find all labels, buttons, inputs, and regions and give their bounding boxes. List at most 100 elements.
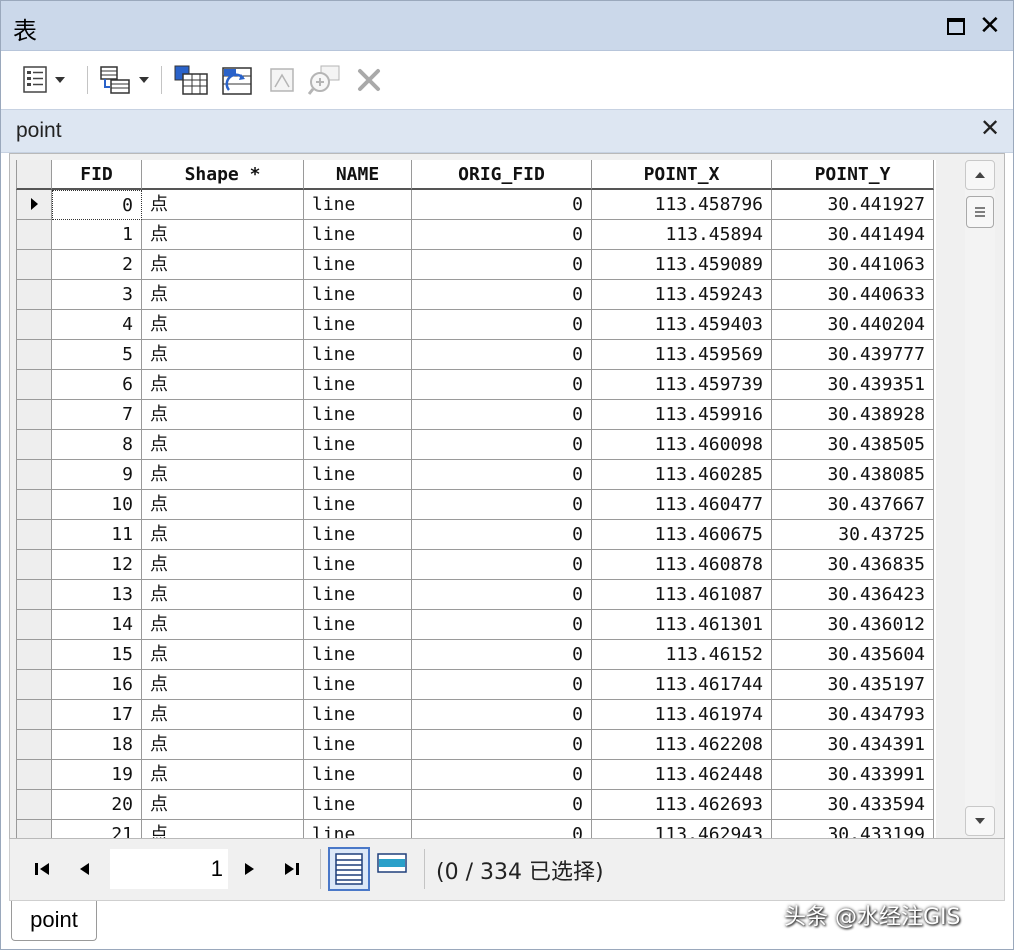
cell-name[interactable]: line [304, 820, 412, 838]
cell-orig-fid[interactable]: 0 [412, 700, 592, 730]
cell-point-x[interactable]: 113.461087 [592, 580, 772, 610]
cell-fid[interactable]: 10 [52, 490, 142, 520]
cell-name[interactable]: line [304, 220, 412, 250]
cell-orig-fid[interactable]: 0 [412, 610, 592, 640]
cell-point-x[interactable]: 113.460878 [592, 550, 772, 580]
row-selector[interactable] [16, 820, 52, 838]
cell-point-y[interactable]: 30.439777 [772, 340, 934, 370]
cell-point-y[interactable]: 30.440633 [772, 280, 934, 310]
row-selector[interactable] [16, 190, 52, 220]
table-row[interactable]: 21 点 line 0 113.462943 30.433199 [16, 820, 936, 838]
cell-shape[interactable]: 点 [142, 220, 304, 250]
cell-orig-fid[interactable]: 0 [412, 760, 592, 790]
cell-point-y[interactable]: 30.441927 [772, 190, 934, 220]
cell-point-x[interactable]: 113.462208 [592, 730, 772, 760]
cell-orig-fid[interactable]: 0 [412, 670, 592, 700]
cell-name[interactable]: line [304, 490, 412, 520]
cell-orig-fid[interactable]: 0 [412, 430, 592, 460]
cell-point-x[interactable]: 113.459089 [592, 250, 772, 280]
cell-point-y[interactable]: 30.441063 [772, 250, 934, 280]
delete-selected-button[interactable] [357, 65, 381, 95]
cell-name[interactable]: line [304, 640, 412, 670]
cell-orig-fid[interactable]: 0 [412, 370, 592, 400]
row-selector[interactable] [16, 400, 52, 430]
cell-shape[interactable]: 点 [142, 400, 304, 430]
row-selector[interactable] [16, 250, 52, 280]
table-options-button[interactable] [23, 65, 65, 95]
cell-orig-fid[interactable]: 0 [412, 550, 592, 580]
cell-fid[interactable]: 4 [52, 310, 142, 340]
table-row[interactable]: 12 点 line 0 113.460878 30.436835 [16, 550, 936, 580]
cell-orig-fid[interactable]: 0 [412, 820, 592, 838]
cell-shape[interactable]: 点 [142, 370, 304, 400]
cell-fid[interactable]: 2 [52, 250, 142, 280]
cell-point-x[interactable]: 113.460285 [592, 460, 772, 490]
column-header-shape[interactable]: Shape * [142, 160, 304, 190]
cell-name[interactable]: line [304, 370, 412, 400]
row-selector[interactable] [16, 430, 52, 460]
cell-fid[interactable]: 9 [52, 460, 142, 490]
first-record-button[interactable] [32, 859, 54, 884]
cell-name[interactable]: line [304, 190, 412, 220]
cell-fid[interactable]: 0 [52, 190, 142, 220]
table-row[interactable]: 0 点 line 0 113.458796 30.441927 [16, 190, 936, 220]
cell-fid[interactable]: 5 [52, 340, 142, 370]
next-record-button[interactable] [238, 859, 260, 884]
cell-point-y[interactable]: 30.43725 [772, 520, 934, 550]
table-row[interactable]: 4 点 line 0 113.459403 30.440204 [16, 310, 936, 340]
row-selector[interactable] [16, 760, 52, 790]
scroll-down-button[interactable] [965, 806, 995, 836]
cell-fid[interactable]: 16 [52, 670, 142, 700]
cell-fid[interactable]: 11 [52, 520, 142, 550]
cell-orig-fid[interactable]: 0 [412, 640, 592, 670]
cell-orig-fid[interactable]: 0 [412, 460, 592, 490]
cell-orig-fid[interactable]: 0 [412, 520, 592, 550]
cell-point-x[interactable]: 113.462943 [592, 820, 772, 838]
previous-record-button[interactable] [74, 859, 96, 884]
cell-orig-fid[interactable]: 0 [412, 790, 592, 820]
table-row[interactable]: 19 点 line 0 113.462448 30.433991 [16, 760, 936, 790]
cell-fid[interactable]: 6 [52, 370, 142, 400]
cell-point-x[interactable]: 113.459403 [592, 310, 772, 340]
table-row[interactable]: 11 点 line 0 113.460675 30.43725 [16, 520, 936, 550]
cell-point-x[interactable]: 113.459243 [592, 280, 772, 310]
cell-fid[interactable]: 1 [52, 220, 142, 250]
row-selector[interactable] [16, 790, 52, 820]
cell-name[interactable]: line [304, 700, 412, 730]
table-row[interactable]: 5 点 line 0 113.459569 30.439777 [16, 340, 936, 370]
cell-name[interactable]: line [304, 610, 412, 640]
cell-point-y[interactable]: 30.439351 [772, 370, 934, 400]
table-row[interactable]: 9 点 line 0 113.460285 30.438085 [16, 460, 936, 490]
cell-point-x[interactable]: 113.460675 [592, 520, 772, 550]
table-row[interactable]: 1 点 line 0 113.45894 30.441494 [16, 220, 936, 250]
column-header-fid[interactable]: FID [52, 160, 142, 190]
current-record-input[interactable]: 1 [110, 849, 228, 889]
cell-shape[interactable]: 点 [142, 280, 304, 310]
cell-point-x[interactable]: 113.458796 [592, 190, 772, 220]
cell-fid[interactable]: 17 [52, 700, 142, 730]
cell-name[interactable]: line [304, 790, 412, 820]
cell-point-y[interactable]: 30.437667 [772, 490, 934, 520]
cell-name[interactable]: line [304, 730, 412, 760]
row-selector[interactable] [16, 550, 52, 580]
cell-shape[interactable]: 点 [142, 640, 304, 670]
cell-point-x[interactable]: 113.459739 [592, 370, 772, 400]
cell-point-y[interactable]: 30.433594 [772, 790, 934, 820]
cell-shape[interactable]: 点 [142, 190, 304, 220]
table-row[interactable]: 18 点 line 0 113.462208 30.434391 [16, 730, 936, 760]
row-selector[interactable] [16, 520, 52, 550]
cell-name[interactable]: line [304, 400, 412, 430]
table-row[interactable]: 13 点 line 0 113.461087 30.436423 [16, 580, 936, 610]
column-header-point-x[interactable]: POINT_X [592, 160, 772, 190]
cell-name[interactable]: line [304, 460, 412, 490]
cell-shape[interactable]: 点 [142, 700, 304, 730]
cell-orig-fid[interactable]: 0 [412, 190, 592, 220]
row-selector[interactable] [16, 700, 52, 730]
cell-point-y[interactable]: 30.433991 [772, 760, 934, 790]
table-row[interactable]: 20 点 line 0 113.462693 30.433594 [16, 790, 936, 820]
cell-name[interactable]: line [304, 580, 412, 610]
scroll-up-button[interactable] [965, 160, 995, 190]
cell-shape[interactable]: 点 [142, 460, 304, 490]
cell-shape[interactable]: 点 [142, 310, 304, 340]
scroll-thumb[interactable] [966, 196, 994, 228]
